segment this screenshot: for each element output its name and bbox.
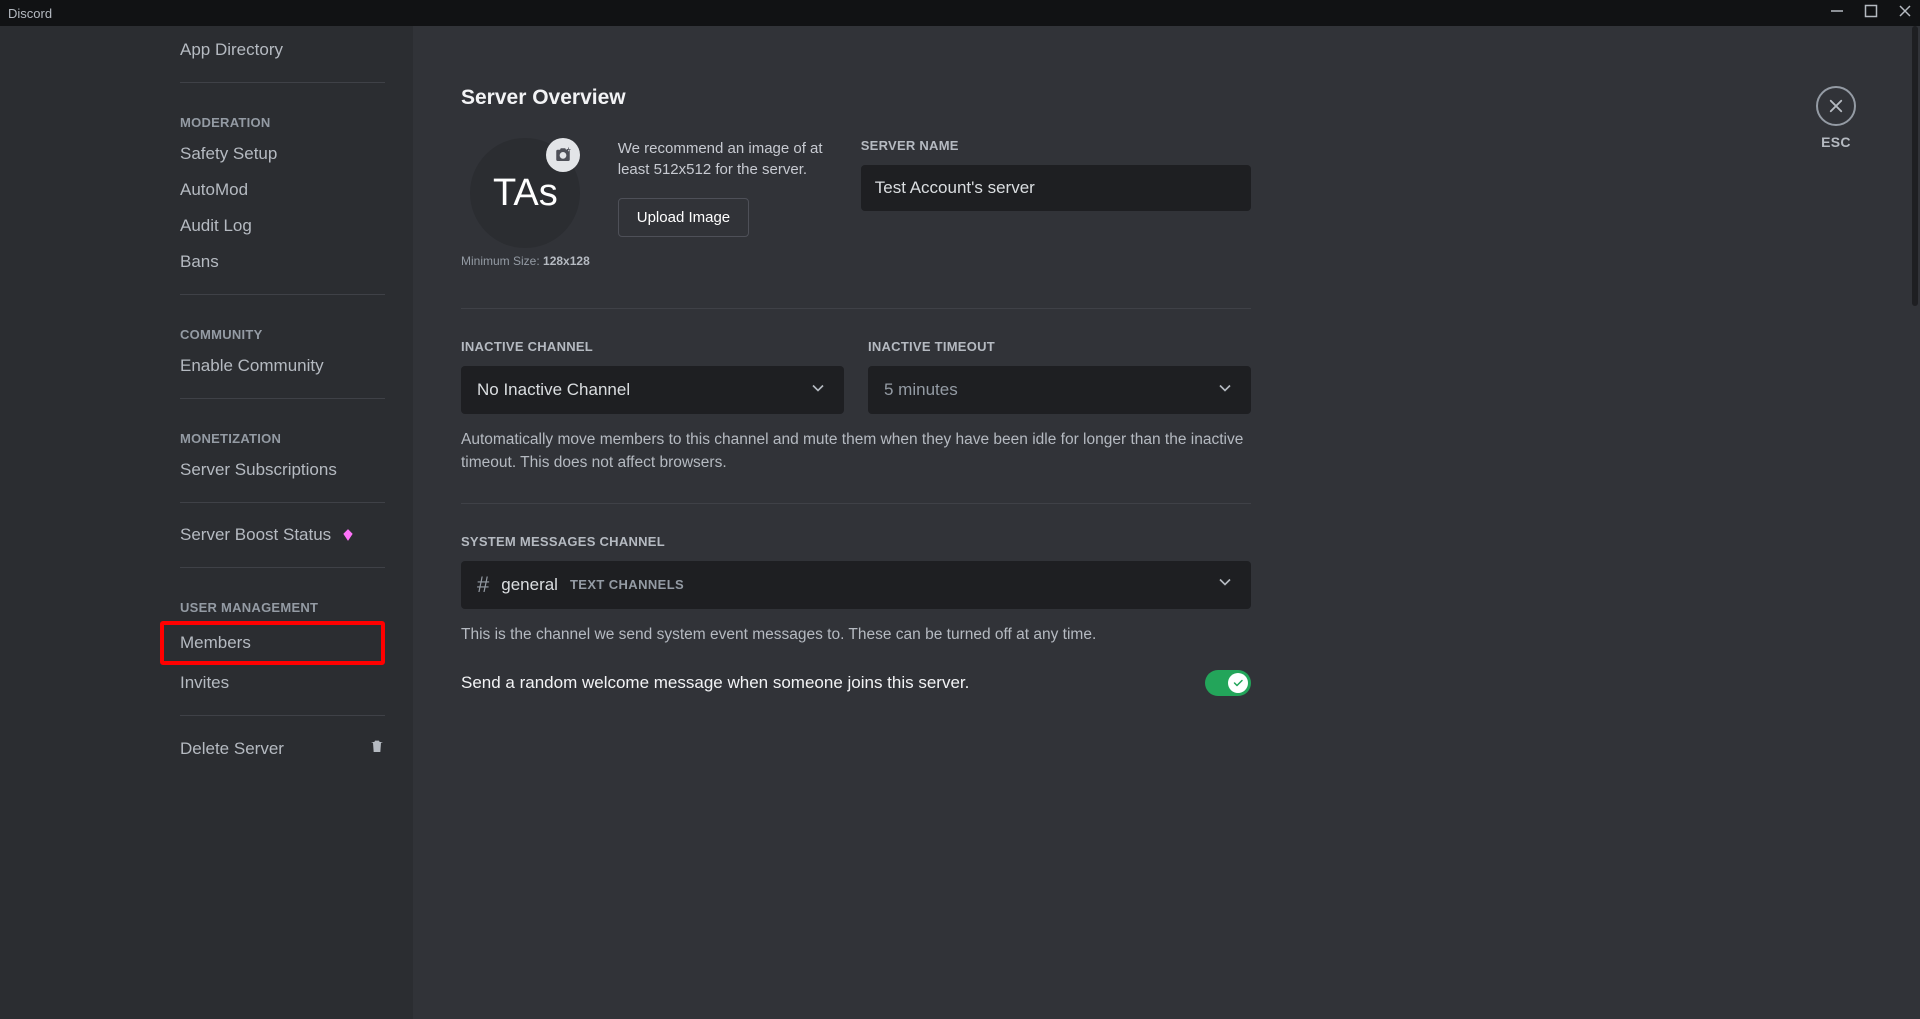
system-channel-label: SYSTEM MESSAGES CHANNEL [461,534,1251,549]
scrollbar[interactable] [1910,26,1920,993]
annotation-highlight: Members [160,621,385,665]
inactive-timeout-select[interactable]: 5 minutes [868,366,1251,414]
chevron-down-icon [1215,378,1235,403]
server-name-input[interactable] [861,165,1251,211]
sidebar-item-delete-server[interactable]: Delete Server [180,730,385,767]
close-settings-button[interactable]: ESC [1816,86,1856,150]
sidebar-header-monetization: MONETIZATION [180,413,385,452]
esc-label: ESC [1821,134,1851,150]
welcome-toggle[interactable] [1205,670,1251,696]
close-icon [1816,86,1856,126]
divider [180,715,385,716]
scrollbar-thumb[interactable] [1912,26,1918,306]
divider [461,503,1251,504]
channel-category: TEXT CHANNELS [570,577,684,592]
divider [180,398,385,399]
close-icon[interactable] [1898,4,1912,23]
sidebar-item-label: Delete Server [180,739,284,759]
sidebar-item-server-boost[interactable]: Server Boost Status [180,517,385,553]
sidebar-item-label: Server Boost Status [180,525,331,545]
select-value: 5 minutes [884,380,958,400]
sidebar-item-invites[interactable]: Invites [180,665,385,701]
divider [180,294,385,295]
sidebar-header-user-management: USER MANAGEMENT [180,582,385,621]
divider [180,502,385,503]
maximize-icon[interactable] [1864,4,1878,23]
server-name-label: SERVER NAME [861,138,1251,153]
divider [180,567,385,568]
sidebar-item-automod[interactable]: AutoMod [180,172,385,208]
sidebar-item-server-subscriptions[interactable]: Server Subscriptions [180,452,385,488]
hash-icon: # [477,572,489,598]
sidebar-header-moderation: MODERATION [180,97,385,136]
sidebar-item-app-directory[interactable]: App Directory [180,32,385,68]
sidebar-item-enable-community[interactable]: Enable Community [180,348,385,384]
trash-icon [369,738,385,759]
settings-sidebar: App Directory MODERATION Safety Setup Au… [0,26,413,1019]
minimize-icon[interactable] [1830,4,1844,23]
inactive-timeout-label: INACTIVE TIMEOUT [868,339,1251,354]
page-title: Server Overview [461,86,1251,110]
window-controls [1830,4,1912,23]
divider [461,308,1251,309]
app-title: Discord [8,6,52,21]
server-avatar[interactable]: TAs [470,138,580,248]
toggle-knob [1228,673,1248,693]
select-value: No Inactive Channel [477,380,630,400]
divider [180,82,385,83]
sidebar-item-bans[interactable]: Bans [180,244,385,280]
sidebar-item-safety-setup[interactable]: Safety Setup [180,136,385,172]
recommend-text: We recommend an image of at least 512x51… [618,138,833,180]
inactive-channel-label: INACTIVE CHANNEL [461,339,844,354]
min-size-text: Minimum Size: 128x128 [461,254,590,268]
inactive-help-text: Automatically move members to this chann… [461,428,1251,475]
system-help-text: This is the channel we send system event… [461,623,1251,646]
inactive-channel-select[interactable]: No Inactive Channel [461,366,844,414]
boost-gem-icon [341,528,355,542]
avatar-initials: TAs [493,172,558,215]
content-pane: ESC Server Overview TAs Minimum Size: 12… [413,26,1920,1019]
chevron-down-icon [808,378,828,403]
sidebar-header-community: COMMUNITY [180,309,385,348]
upload-image-icon[interactable] [546,138,580,172]
sidebar-item-audit-log[interactable]: Audit Log [180,208,385,244]
chevron-down-icon [1215,572,1235,597]
upload-image-button[interactable]: Upload Image [618,198,749,237]
titlebar: Discord [0,0,1920,26]
channel-name: general [501,575,558,595]
welcome-toggle-label: Send a random welcome message when someo… [461,673,969,693]
sidebar-item-members[interactable]: Members [180,627,381,659]
system-channel-select[interactable]: # general TEXT CHANNELS [461,561,1251,609]
